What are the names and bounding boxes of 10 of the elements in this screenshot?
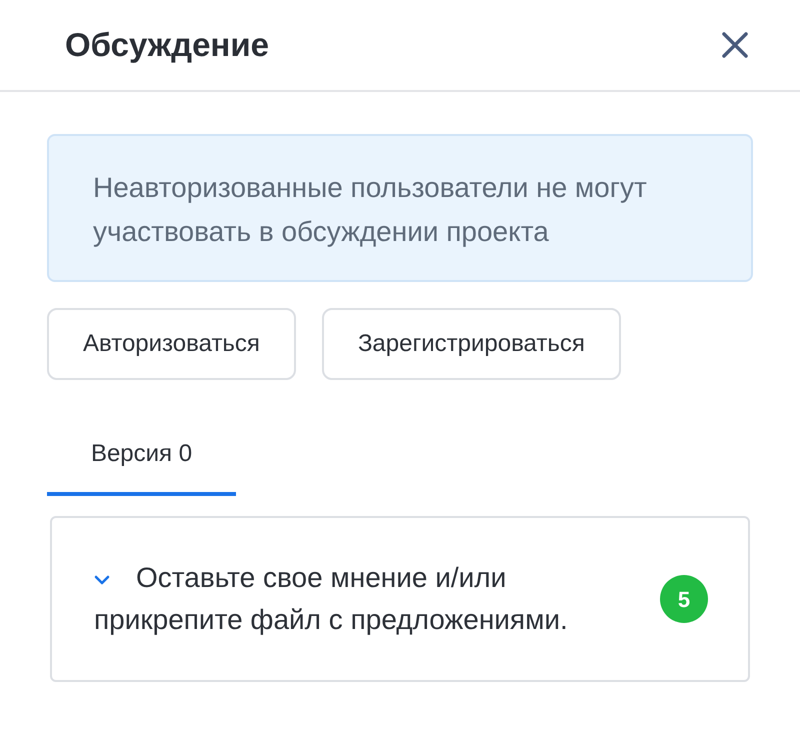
accordion-text: Оставьте свое мнение и/или прикрепите файл с предложениями. — [94, 561, 569, 637]
count-badge: 5 — [660, 575, 708, 623]
close-icon[interactable] — [720, 30, 750, 60]
accordion-card[interactable]: Оставьте свое мнение и/или прикрепите файл с предложениями. 5 — [50, 516, 750, 682]
version-tab[interactable]: Версия 0 — [47, 436, 236, 496]
panel-title: Обсуждение — [65, 25, 269, 66]
chevron-icon[interactable] — [94, 574, 110, 585]
notice-text: Неавторизованные пользователи не могут участвовать в обсуждении проекта — [93, 171, 648, 249]
action-button[interactable]: Зарегистрироваться — [322, 308, 621, 380]
action-button[interactable]: Авторизоваться — [47, 308, 296, 380]
